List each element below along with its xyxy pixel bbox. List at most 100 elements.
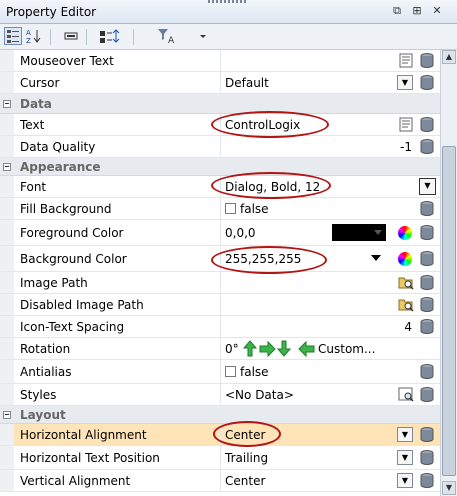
row-vertical-alignment[interactable]: Vertical Alignment Center ▼ [0, 470, 440, 492]
font-dropdown-button[interactable]: ▼ [419, 178, 436, 195]
styles-customizer-icon[interactable] [398, 387, 414, 402]
property-value[interactable]: 0,0,0 [225, 226, 256, 240]
dropdown-button[interactable]: ▼ [397, 450, 413, 465]
binding-db-icon[interactable] [420, 117, 434, 132]
property-name: Disabled Image Path [20, 298, 144, 312]
row-cursor[interactable]: Cursor Default ▼ [0, 72, 440, 94]
binding-db-icon[interactable] [420, 387, 434, 402]
row-disabled-image-path[interactable]: Disabled Image Path [0, 294, 440, 316]
property-value[interactable]: Dialog, Bold, 12 [225, 180, 320, 194]
dropdown-arrow-icon[interactable] [198, 27, 208, 45]
row-antialias[interactable]: Antialias false [0, 360, 440, 384]
property-value[interactable]: 4 [404, 320, 412, 334]
row-rotation[interactable]: Rotation 0° Custom... [0, 338, 440, 360]
text-edit-icon[interactable] [399, 53, 413, 68]
row-horizontal-alignment[interactable]: Horizontal Alignment Center ▼ [0, 424, 440, 446]
color-wheel-icon[interactable] [398, 226, 412, 240]
rotation-custom-link[interactable]: Custom... [318, 342, 375, 356]
row-horizontal-text-position[interactable]: Horizontal Text Position Trailing ▼ [0, 446, 440, 470]
category-data[interactable]: Data [0, 94, 440, 114]
collapse-icon[interactable] [3, 163, 11, 171]
collapse-icon[interactable] [3, 411, 11, 419]
property-name: Vertical Alignment [20, 474, 131, 488]
binding-db-icon[interactable] [420, 473, 434, 488]
property-name: Foreground Color [20, 226, 124, 240]
folder-browse-icon[interactable] [398, 275, 414, 290]
restore-icon[interactable]: ⧉ [390, 4, 404, 18]
rotation-arrows-icon[interactable] [242, 340, 316, 358]
property-value[interactable]: ControlLogix [225, 118, 300, 132]
property-name: Cursor [20, 76, 60, 90]
row-foreground-color[interactable]: Foreground Color 0,0,0 [0, 220, 440, 246]
property-value[interactable]: Center [225, 474, 265, 488]
row-font[interactable]: Font Dialog, Bold, 12 ▼ [0, 176, 440, 198]
color-dropdown-arrow[interactable] [371, 255, 381, 261]
scroll-down-icon[interactable]: ▼ [442, 481, 456, 495]
property-value[interactable]: Default [225, 76, 269, 90]
binding-icon[interactable] [98, 27, 124, 45]
binding-db-icon[interactable] [420, 53, 434, 68]
color-wheel-icon[interactable] [398, 252, 412, 266]
category-layout[interactable]: Layout [0, 406, 440, 424]
text-edit-icon[interactable] [399, 117, 413, 132]
property-value[interactable]: Trailing [225, 451, 268, 465]
folder-browse-icon[interactable] [398, 297, 414, 312]
binding-db-icon[interactable] [420, 75, 434, 90]
category-appearance[interactable]: Appearance [0, 158, 440, 176]
row-icon-text-spacing[interactable]: Icon-Text Spacing 4 [0, 316, 440, 338]
drag-grip[interactable] [208, 0, 248, 3]
title-bar: Property Editor ⧉ ⊞ ✕ [0, 0, 457, 24]
close-icon[interactable]: ✕ [430, 4, 444, 18]
property-name: Mouseover Text [20, 54, 114, 68]
dropdown-button[interactable]: ▼ [397, 473, 413, 488]
binding-db-icon[interactable] [420, 450, 434, 465]
svg-text:A: A [26, 29, 31, 37]
row-styles[interactable]: Styles <No Data> [0, 384, 440, 406]
row-mouseover-text[interactable]: Mouseover Text [0, 50, 440, 72]
scroll-thumb[interactable] [442, 146, 456, 476]
binding-db-icon[interactable] [420, 297, 434, 312]
vertical-scrollbar[interactable]: ▲ ▼ [440, 50, 457, 496]
binding-db-icon[interactable] [420, 251, 434, 266]
property-value[interactable]: 0° [225, 342, 239, 356]
row-fill-background[interactable]: Fill Background false [0, 198, 440, 220]
alphabetical-sort-icon[interactable]: AZ [25, 27, 43, 45]
dropdown-button[interactable]: ▼ [397, 75, 413, 90]
binding-db-icon[interactable] [420, 319, 434, 334]
row-data-quality[interactable]: Data Quality -1 [0, 136, 440, 158]
property-name: Rotation [20, 342, 71, 356]
color-swatch[interactable] [332, 224, 386, 241]
property-name: Fill Background [20, 202, 112, 216]
binding-db-icon[interactable] [420, 201, 434, 216]
property-name: Styles [20, 388, 57, 402]
property-value[interactable]: <No Data> [225, 388, 294, 402]
pin-icon[interactable]: ⊞ [410, 4, 424, 18]
binding-db-icon[interactable] [420, 427, 434, 442]
binding-db-icon[interactable] [420, 364, 434, 379]
property-value[interactable]: Center [225, 428, 265, 442]
categorized-view-icon[interactable] [4, 27, 22, 45]
row-background-color[interactable]: Background Color 255,255,255 [0, 246, 440, 272]
category-label: Appearance [20, 160, 101, 174]
property-value[interactable]: 255,255,255 [225, 252, 301, 266]
binding-db-icon[interactable] [420, 225, 434, 240]
row-text[interactable]: Text ControlLogix [0, 114, 440, 136]
row-image-path[interactable]: Image Path [0, 272, 440, 294]
svg-text:Z: Z [26, 37, 31, 45]
property-name: Data Quality [20, 140, 96, 154]
antialias-checkbox[interactable] [225, 366, 236, 377]
collapse-icon[interactable] [3, 100, 11, 108]
property-name: Text [20, 118, 45, 132]
dynamic-properties-icon[interactable] [62, 27, 80, 45]
property-name: Horizontal Text Position [20, 451, 160, 465]
binding-db-icon[interactable] [420, 139, 434, 154]
property-name: Antialias [20, 365, 72, 379]
fill-background-checkbox[interactable] [225, 203, 236, 214]
binding-db-icon[interactable] [420, 275, 434, 290]
style-filter-icon[interactable]: A [155, 27, 179, 45]
property-name: Background Color [20, 252, 127, 266]
dropdown-button[interactable]: ▼ [397, 427, 413, 442]
scroll-up-icon[interactable]: ▲ [442, 50, 456, 64]
svg-text:A: A [168, 36, 175, 45]
property-value[interactable]: -1 [400, 140, 412, 154]
